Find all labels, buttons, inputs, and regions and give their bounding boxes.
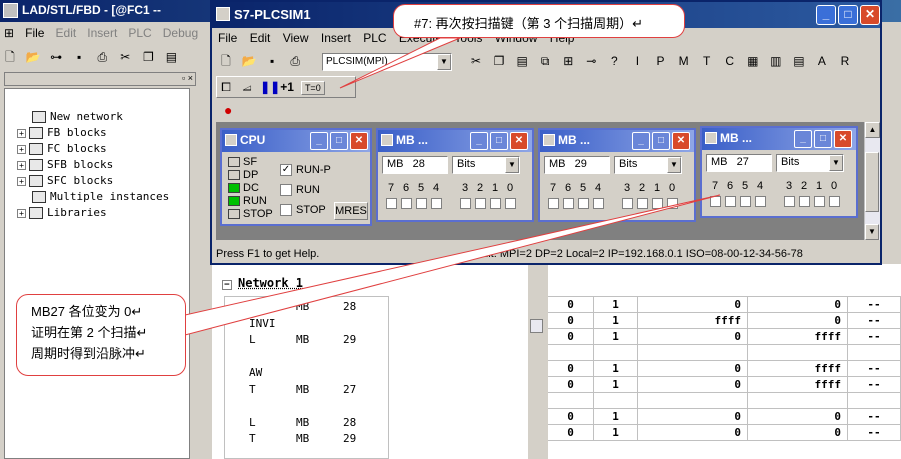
top-callout-pointer (339, 37, 461, 89)
callout-line: 周期时得到沿脉冲↵ (31, 346, 146, 361)
callout-line: MB27 各位变为 0↵ (31, 304, 143, 319)
callout-line: 证明在第 2 个扫描↵ (31, 325, 148, 340)
callout-pointers (184, 37, 721, 336)
left-callout-pointer (184, 194, 721, 336)
top-callout: #7: 再次按扫描键（第 3 个扫描周期）↵ (393, 4, 685, 38)
left-callout: MB27 各位变为 0↵ 证明在第 2 个扫描↵ 周期时得到沿脉冲↵ (16, 294, 186, 376)
